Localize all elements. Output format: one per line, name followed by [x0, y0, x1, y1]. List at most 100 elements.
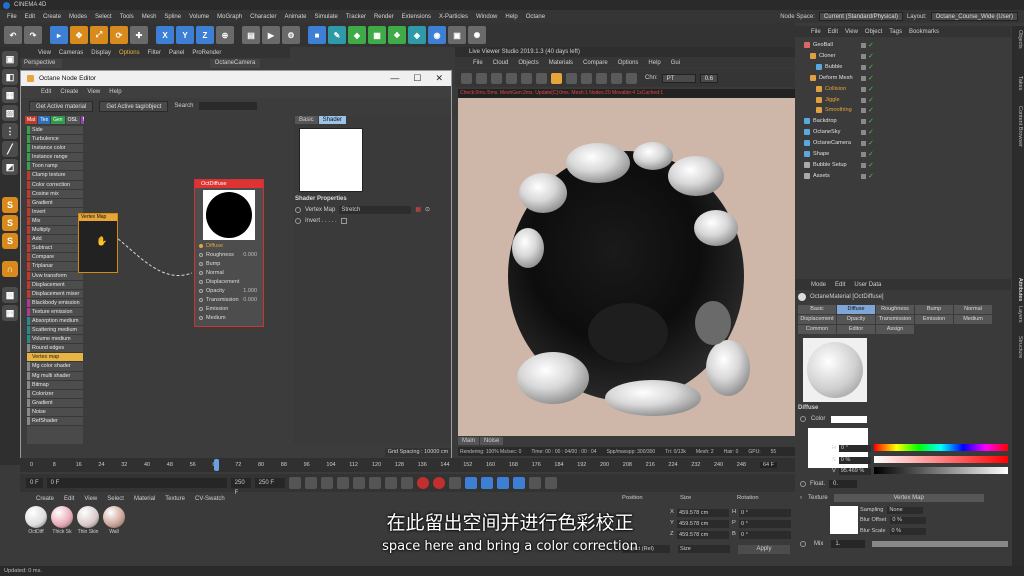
enabled-check-icon[interactable]: ✓: [868, 150, 874, 158]
position-key-icon[interactable]: [464, 477, 477, 489]
menu-tools[interactable]: Tools: [116, 14, 138, 20]
invert-radio[interactable]: [295, 217, 301, 224]
y-axis-button[interactable]: Y: [176, 26, 194, 44]
node-list-item[interactable]: Toon ramp: [27, 162, 83, 172]
port-emission[interactable]: Emission: [199, 305, 261, 314]
clay-mode-icon[interactable]: [611, 72, 622, 84]
next-key-icon[interactable]: [368, 477, 381, 489]
texture-field[interactable]: Vertex Map: [833, 494, 984, 502]
object-row[interactable]: Bubble Setup ✓: [795, 160, 1011, 170]
z-axis-button[interactable]: Z: [196, 26, 214, 44]
node-list-item[interactable]: Multiply: [27, 226, 83, 236]
vertex-map-field[interactable]: Stretch: [339, 205, 412, 214]
focus-picker-icon[interactable]: [581, 72, 592, 84]
node-menu-create[interactable]: Create: [60, 89, 78, 95]
enabled-check-icon[interactable]: ✓: [868, 139, 874, 147]
texture-mode-icon[interactable]: ▦: [2, 87, 18, 103]
node-list-item[interactable]: Mg color shader: [27, 362, 83, 372]
mat-menu-texture[interactable]: Texture: [165, 496, 185, 502]
lv-menu-objects[interactable]: Objects: [518, 60, 538, 66]
attr-tab-common[interactable]: Common: [798, 325, 836, 334]
float-radio[interactable]: [800, 481, 806, 487]
lv-menu-gui[interactable]: Gui: [671, 60, 680, 66]
enabled-check-icon[interactable]: ✓: [868, 74, 874, 82]
redo-icon[interactable]: ↷: [24, 26, 42, 44]
om-menu-bookmarks[interactable]: Bookmarks: [909, 29, 939, 35]
material-swatch[interactable]: Wall: [102, 506, 126, 535]
port-socket-icon[interactable]: [199, 280, 203, 284]
mix-radio[interactable]: [800, 541, 806, 547]
object-row[interactable]: Cloner ✓: [795, 51, 1011, 61]
enabled-check-icon[interactable]: ✓: [868, 52, 874, 60]
object-name[interactable]: OctaneCamera: [813, 140, 851, 146]
menu-volume[interactable]: Volume: [185, 14, 213, 20]
om-menu-view[interactable]: View: [845, 29, 858, 35]
node-list-item[interactable]: RefShader: [27, 417, 83, 427]
mat-menu-view[interactable]: View: [84, 496, 97, 502]
attr-tab-bump[interactable]: Bump: [915, 305, 953, 314]
attr-menu-edit[interactable]: Edit: [835, 282, 845, 288]
lv-tab-noise[interactable]: Noise: [480, 437, 504, 445]
move-icon[interactable]: ✥: [70, 26, 88, 44]
menu-edit[interactable]: Edit: [21, 14, 39, 20]
keyframe-selection-icon[interactable]: [448, 477, 461, 489]
side-tab-layers[interactable]: Layers: [1013, 306, 1023, 323]
port-displacement[interactable]: Displacement: [199, 278, 261, 287]
object-row[interactable]: Backdrop ✓: [795, 116, 1011, 126]
light-icon[interactable]: ✺: [468, 26, 486, 44]
object-row[interactable]: Shape ✓: [795, 149, 1011, 159]
menu-help[interactable]: Help: [501, 14, 521, 20]
menu-x-particles[interactable]: X-Particles: [435, 14, 472, 20]
object-row[interactable]: Deform Mesh ✓: [795, 73, 1011, 83]
lv-menu-cloud[interactable]: Cloud: [493, 60, 509, 66]
port-medium[interactable]: Medium: [199, 314, 261, 323]
layer-icon[interactable]: ▩: [2, 287, 18, 303]
visibility-dots-icon[interactable]: [861, 43, 866, 48]
visibility-dots-icon[interactable]: [861, 152, 866, 157]
deformer-icon[interactable]: ◈: [408, 26, 426, 44]
object-row[interactable]: OctaneCamera ✓: [795, 138, 1011, 148]
attr-menu-user-data[interactable]: User Data: [854, 282, 881, 288]
port-socket-icon[interactable]: [199, 244, 203, 248]
port-socket-icon[interactable]: [199, 271, 203, 275]
object-name[interactable]: Bubble Setup: [813, 162, 847, 168]
attr-tab-emission[interactable]: Emission: [915, 315, 953, 324]
layout-dropdown[interactable]: Octane_Course_Wide (User): [930, 12, 1018, 21]
node-canvas[interactable]: Vertex Map ✋ OctDiffuse Diffuse Roughness…: [78, 116, 292, 444]
attr-tab-basic[interactable]: Basic: [798, 305, 836, 314]
hue-field[interactable]: 0 °: [839, 444, 872, 452]
node-list-item[interactable]: Gradient: [27, 198, 83, 208]
search-input[interactable]: [199, 102, 258, 110]
menu-simulate[interactable]: Simulate: [311, 14, 342, 20]
stop-render-icon[interactable]: [506, 72, 517, 84]
object-name[interactable]: OctaneSky: [813, 129, 840, 135]
region-render-icon[interactable]: [536, 72, 547, 84]
node-list-item[interactable]: Color correction: [27, 180, 83, 190]
color-radio[interactable]: [800, 416, 806, 422]
cloner-icon[interactable]: ❖: [388, 26, 406, 44]
object-name[interactable]: Cloner: [819, 53, 835, 59]
menu-spline[interactable]: Spline: [160, 14, 185, 20]
lv-menu-materials[interactable]: Materials: [549, 60, 573, 66]
value-slider[interactable]: [874, 467, 1008, 474]
float-field[interactable]: 0.: [829, 480, 858, 488]
node-menu-view[interactable]: View: [87, 89, 100, 95]
white-balance-icon[interactable]: [596, 72, 607, 84]
snap-settings-icon[interactable]: S: [2, 215, 18, 231]
menu-extensions[interactable]: Extensions: [398, 14, 435, 20]
port-diffuse[interactable]: Diffuse: [199, 242, 261, 251]
enabled-check-icon[interactable]: ✓: [868, 172, 874, 180]
om-menu-object[interactable]: Object: [865, 29, 882, 35]
mat-menu-edit[interactable]: Edit: [64, 496, 74, 502]
render-settings-icon[interactable]: ⚙: [282, 26, 300, 44]
om-menu-tags[interactable]: Tags: [889, 29, 902, 35]
node-list-item[interactable]: Blackbody emission: [27, 298, 83, 308]
viewport-menu-options[interactable]: Options: [119, 50, 140, 56]
x-axis-button[interactable]: X: [156, 26, 174, 44]
node-list-item[interactable]: Mix: [27, 216, 83, 227]
enabled-check-icon[interactable]: ✓: [868, 85, 874, 93]
subsampling-icon[interactable]: [626, 72, 637, 84]
menu-file[interactable]: File: [3, 14, 21, 20]
enabled-check-icon[interactable]: ✓: [868, 106, 874, 114]
start-frame-field[interactable]: 0 F: [26, 478, 43, 488]
